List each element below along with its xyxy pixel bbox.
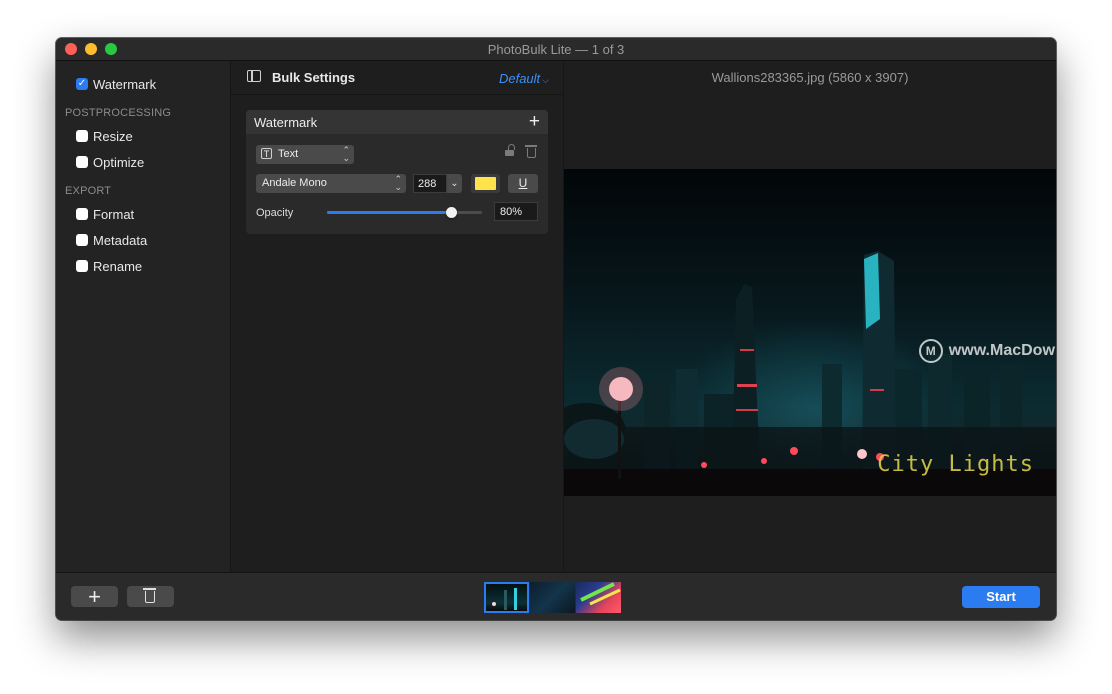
window-title: PhotoBulk Lite — 1 of 3 bbox=[487, 42, 625, 57]
watermark-type-label: Text bbox=[278, 148, 299, 160]
format-checkbox[interactable] bbox=[76, 208, 88, 220]
preview-photo: City Lights M www.MacDown.com bbox=[564, 169, 1056, 496]
preset-dropdown[interactable]: Default ⌵ bbox=[499, 71, 549, 86]
title-bar: PhotoBulk Lite — 1 of 3 bbox=[56, 38, 1056, 61]
rename-checkbox[interactable] bbox=[76, 260, 88, 272]
underline-button[interactable]: U bbox=[508, 174, 538, 193]
preset-dropdown-label: Default bbox=[498, 71, 541, 86]
settings-header: Bulk Settings Default ⌵ bbox=[231, 61, 563, 95]
resize-checkbox-row[interactable]: Resize bbox=[76, 127, 133, 145]
plus-icon: + bbox=[88, 584, 101, 609]
start-button[interactable]: Start bbox=[962, 586, 1040, 608]
watermark-preview-text: City Lights bbox=[877, 452, 1034, 477]
thumbnail-image[interactable] bbox=[484, 582, 529, 613]
font-popup[interactable]: Andale Mono ⌃ ⌄ bbox=[256, 174, 406, 193]
thumbnail-image[interactable] bbox=[576, 582, 621, 613]
watermark-card-header: Watermark + bbox=[246, 110, 548, 134]
resize-checkbox[interactable] bbox=[76, 130, 88, 142]
site-watermark-text: www.MacDown.com bbox=[948, 342, 1056, 359]
bottom-toolbar: + Start bbox=[56, 572, 1056, 620]
city-skyline-image bbox=[564, 251, 1056, 496]
preview-pane: Wallions283365.jpg (5860 x 3907) City Li… bbox=[564, 61, 1056, 572]
watermark-checkbox-label: Watermark bbox=[93, 76, 157, 92]
text-type-icon: T bbox=[261, 148, 272, 159]
lock-icon[interactable] bbox=[505, 144, 515, 156]
watermark-card-title: Watermark bbox=[254, 115, 318, 130]
font-name: Andale Mono bbox=[262, 177, 327, 189]
add-images-button[interactable]: + bbox=[71, 584, 118, 609]
metadata-checkbox-label: Metadata bbox=[93, 232, 148, 248]
opacity-slider-fill bbox=[327, 211, 451, 214]
color-swatch bbox=[475, 177, 496, 190]
m-logo-icon: M bbox=[918, 339, 943, 363]
opacity-slider[interactable] bbox=[327, 207, 482, 218]
optimize-checkbox[interactable] bbox=[76, 156, 88, 168]
format-checkbox-row[interactable]: Format bbox=[76, 205, 134, 223]
resize-checkbox-label: Resize bbox=[93, 128, 133, 144]
metadata-checkbox[interactable] bbox=[76, 234, 88, 246]
watermark-checkbox-row[interactable]: Watermark bbox=[76, 75, 156, 93]
thumbnail-image[interactable] bbox=[530, 582, 575, 613]
site-watermark: M www.MacDown.com bbox=[918, 339, 1056, 363]
font-size-dropdown-icon[interactable]: ⌄ bbox=[447, 174, 462, 193]
opacity-value-field[interactable]: 80% bbox=[494, 202, 538, 221]
watermark-type-popup[interactable]: T Text ⌃ ⌄ bbox=[256, 145, 354, 164]
chevron-down-icon: ⌵ bbox=[542, 75, 549, 85]
metadata-checkbox-row[interactable]: Metadata bbox=[76, 231, 147, 249]
format-checkbox-label: Format bbox=[93, 206, 135, 222]
trash-icon bbox=[143, 588, 156, 603]
watermark-card: Watermark + T Text ⌃ ⌄ Andale Mono ⌃ ⌄ 288… bbox=[246, 110, 548, 234]
settings-title: Bulk Settings bbox=[272, 70, 356, 85]
postprocessing-section-label: POSTPROCESSING bbox=[65, 107, 172, 119]
preview-filename: Wallions283365.jpg (5860 x 3907) bbox=[711, 70, 909, 85]
add-watermark-button[interactable]: + bbox=[529, 111, 540, 133]
sidebar: Watermark POSTPROCESSING Resize Optimize… bbox=[56, 61, 231, 572]
font-size-field[interactable]: 288 bbox=[413, 174, 447, 193]
updown-chevron-icon: ⌃ ⌄ bbox=[342, 145, 350, 163]
optimize-checkbox-row[interactable]: Optimize bbox=[76, 153, 144, 171]
bulk-settings-panel: Bulk Settings Default ⌵ Watermark + T Tex… bbox=[231, 61, 564, 572]
text-color-well[interactable] bbox=[471, 174, 500, 193]
thumbnail-city-icon bbox=[492, 588, 517, 610]
rename-checkbox-label: Rename bbox=[93, 258, 143, 274]
opacity-slider-knob[interactable] bbox=[446, 207, 457, 218]
updown-chevron-icon: ⌃ ⌄ bbox=[394, 174, 402, 192]
watermark-checkbox[interactable] bbox=[76, 78, 88, 90]
remove-images-button[interactable] bbox=[127, 586, 174, 607]
sidebar-toggle-icon[interactable] bbox=[247, 70, 261, 82]
thumbnail-stripes-icon bbox=[580, 582, 621, 606]
optimize-checkbox-label: Optimize bbox=[93, 154, 145, 170]
opacity-label: Opacity bbox=[256, 207, 294, 219]
app-window: PhotoBulk Lite — 1 of 3 Watermark POSTPR… bbox=[56, 38, 1056, 620]
rename-checkbox-row[interactable]: Rename bbox=[76, 257, 142, 275]
delete-watermark-icon[interactable] bbox=[525, 145, 537, 158]
export-section-label: EXPORT bbox=[65, 185, 112, 197]
